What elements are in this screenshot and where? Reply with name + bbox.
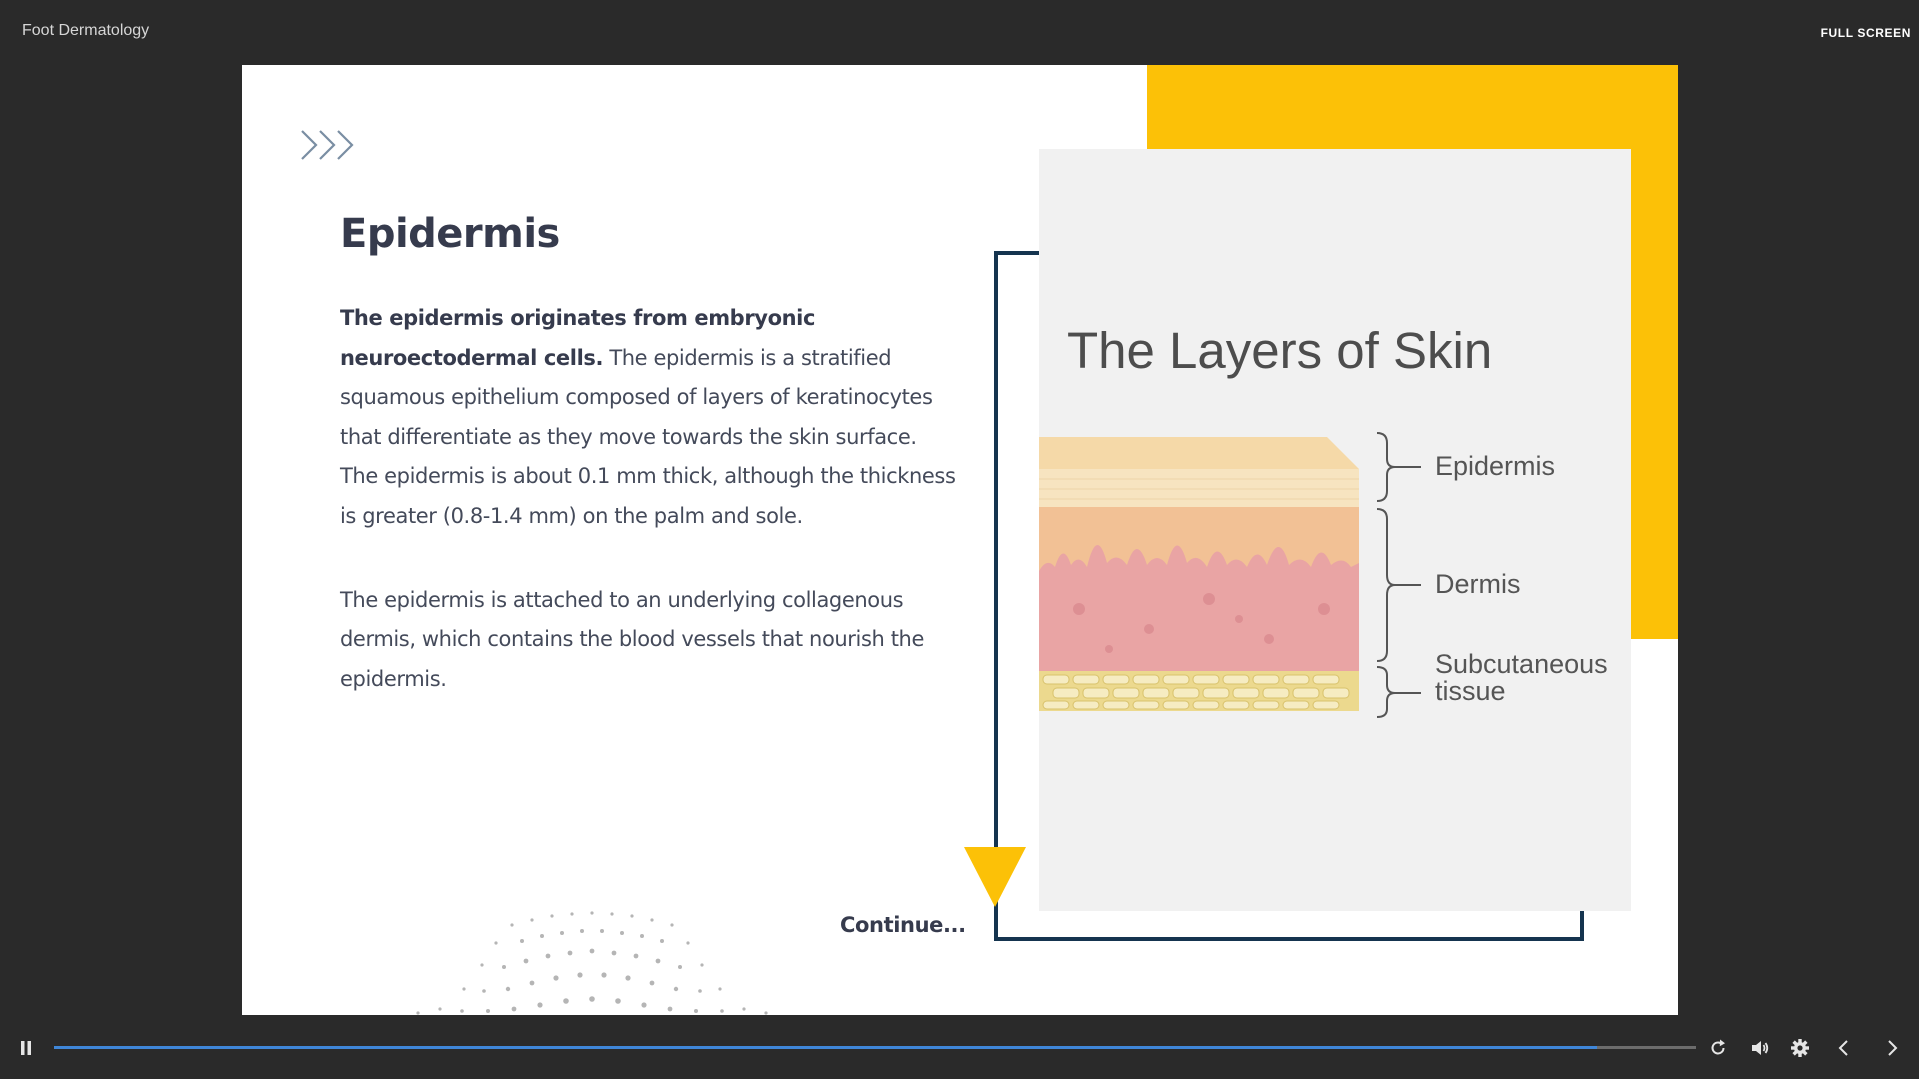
replay-icon[interactable] [1708, 1038, 1728, 1058]
down-arrow-icon [964, 847, 1026, 907]
label-epidermis: Epidermis [1435, 451, 1556, 481]
paragraph-2: The epidermis is attached to an underlyi… [340, 587, 924, 691]
slide-canvas: Epidermis The epidermis originates from … [242, 65, 1678, 1015]
skin-layers-image: The Layers of Skin Epidermis Dermis Subc… [1039, 149, 1631, 911]
slide-body: The epidermis originates from embryonic … [340, 299, 960, 743]
label-subcutaneous-line1: Subcutaneous [1435, 649, 1608, 679]
player-header: Foot Dermatology FULL SCREEN [0, 0, 1919, 64]
next-icon[interactable] [1882, 1038, 1902, 1058]
label-subcutaneous-line2: tissue [1435, 676, 1506, 706]
paragraph-1-rest: The epidermis is a stratified squamous e… [340, 345, 956, 528]
label-dermis: Dermis [1435, 569, 1521, 599]
chevrons-decoration-icon [301, 130, 354, 160]
paragraph-1: The epidermis originates from embryonic … [340, 299, 960, 537]
slide-title: Epidermis [340, 211, 560, 257]
volume-icon[interactable] [1750, 1038, 1770, 1058]
previous-icon[interactable] [1834, 1038, 1854, 1058]
dot-pattern-decoration [416, 911, 768, 1015]
fullscreen-button[interactable]: FULL SCREEN [1821, 26, 1911, 40]
settings-icon[interactable] [1790, 1038, 1810, 1058]
continue-button[interactable]: Continue... [840, 913, 966, 937]
progress-bar[interactable] [54, 1046, 1696, 1049]
progress-fill [54, 1046, 1598, 1049]
image-title: The Layers of Skin [1067, 322, 1493, 379]
pause-icon[interactable] [20, 1040, 32, 1056]
course-title: Foot Dermatology [22, 22, 150, 39]
